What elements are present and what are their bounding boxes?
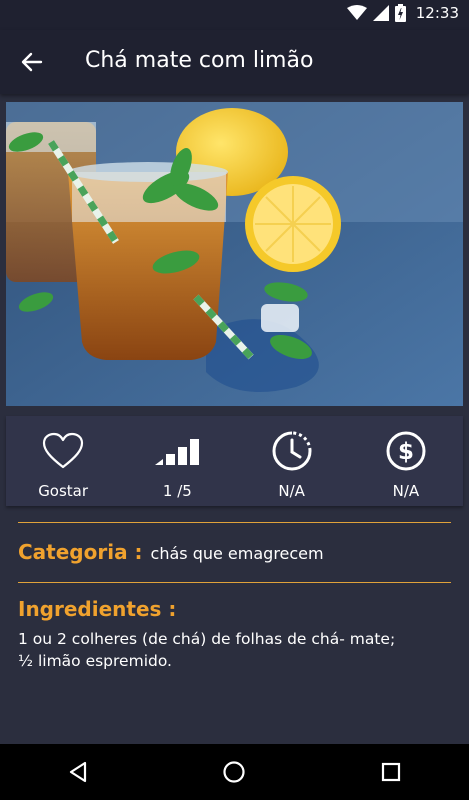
square-recents-icon: [381, 762, 400, 782]
recipe-image: [6, 102, 463, 406]
arrow-back-icon: [21, 52, 43, 72]
triangle-back-icon: [70, 761, 87, 783]
app-bar: Chá mate com limão: [0, 30, 469, 94]
categoria-section: Categoria : chás que emagrecem: [18, 540, 324, 564]
wifi-icon: [346, 5, 367, 20]
cost-label: N/A: [392, 482, 420, 500]
page-title: Chá mate com limão: [85, 48, 314, 73]
cost-stat: $ N/A: [349, 416, 463, 506]
circle-home-icon: [223, 761, 246, 783]
time-label: N/A: [278, 482, 305, 500]
nav-back-button[interactable]: [48, 744, 108, 800]
timer-icon: [272, 431, 312, 471]
difficulty-stat: 1 /5: [120, 416, 234, 506]
dollar-icon: $: [386, 431, 426, 471]
like-button[interactable]: Gostar: [6, 416, 120, 506]
status-time: 12:33: [415, 4, 459, 22]
status-bar: 12:33: [0, 0, 469, 30]
nav-recents-button[interactable]: [361, 744, 421, 800]
heart-icon: [43, 432, 84, 469]
recipe-stats-card: Gostar 1 /5 N/A $ N/A: [6, 416, 463, 506]
signal-icon: [372, 5, 389, 21]
recipe-photo-illustration: [6, 102, 463, 406]
status-icons: 12:33: [346, 4, 459, 22]
categoria-title: Categoria :: [18, 540, 143, 564]
svg-text:$: $: [398, 439, 414, 465]
like-label: Gostar: [38, 482, 89, 500]
battery-icon: [394, 4, 406, 22]
system-nav-bar: [0, 744, 469, 800]
ingredientes-title: Ingredientes :: [18, 597, 177, 621]
ingredientes-text: 1 ou 2 colheres (de chá) de folhas de ch…: [18, 630, 396, 670]
divider: [18, 582, 451, 583]
categoria-value: chás que emagrecem: [150, 544, 324, 563]
difficulty-bars-icon: [155, 439, 200, 465]
nav-home-button[interactable]: [204, 744, 264, 800]
divider: [18, 522, 451, 523]
difficulty-label: 1 /5: [162, 482, 192, 500]
back-button[interactable]: [14, 44, 50, 80]
time-stat: N/A: [235, 416, 349, 506]
